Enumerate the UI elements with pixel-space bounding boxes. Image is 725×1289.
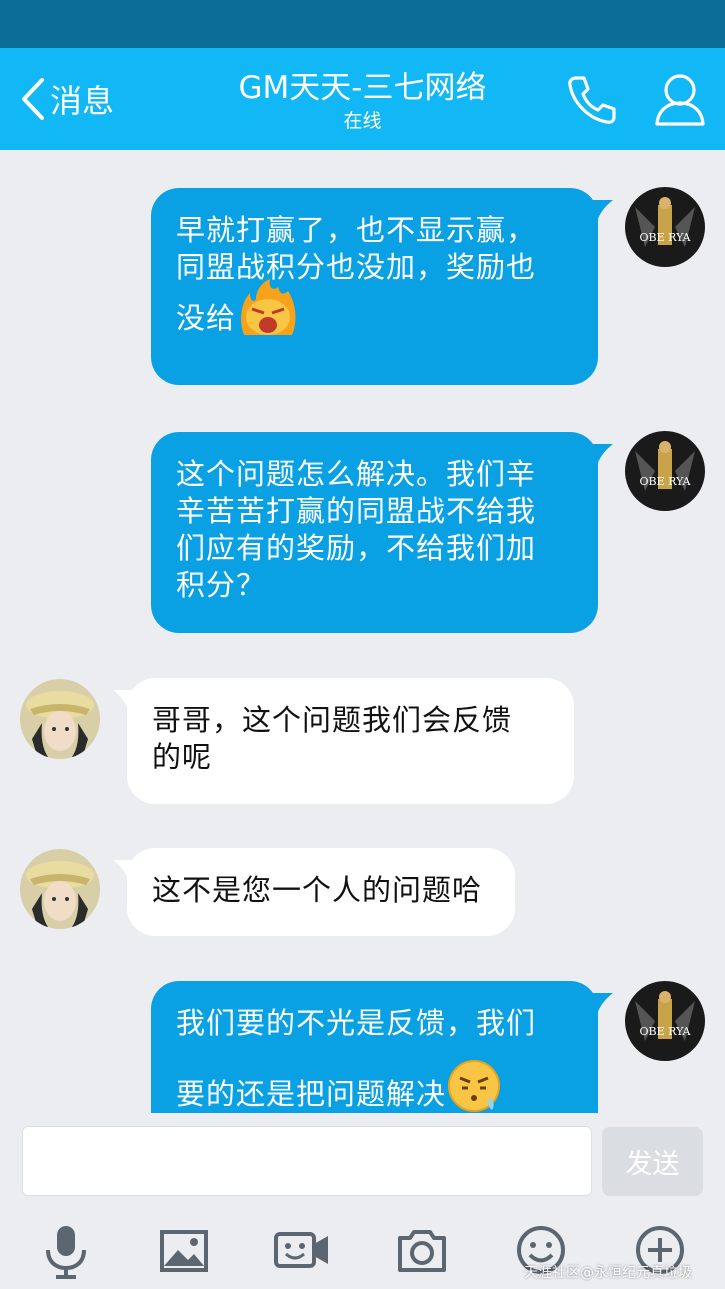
incoming-message-bubble[interactable]: 这不是您一个人的问题哈 [127, 848, 515, 936]
page-title: GM天天-三七网络 [238, 70, 487, 106]
video-call-icon [274, 1232, 328, 1268]
bubble-tail [591, 200, 613, 222]
outgoing-message-bubble[interactable]: 这个问题怎么解决。我们辛 辛苦苦打赢的同盟战不给我 们应有的奖励，不给我们加 积… [151, 432, 598, 633]
watermark: 天涯社区@永恒纪元真垃圾 [524, 1265, 692, 1281]
contact-avatar[interactable] [20, 849, 100, 929]
call-button[interactable] [564, 72, 620, 128]
bubble-tail [113, 860, 135, 882]
svg-text:OBE RYA: OBE RYA [640, 1025, 692, 1038]
outgoing-message-bubble[interactable]: 我们要的不光是反馈，我们 要的还是把问题解决 [151, 981, 598, 1113]
person-icon [655, 74, 705, 126]
incoming-message-bubble[interactable]: 哥哥，这个问题我们会反馈 的呢 [127, 678, 574, 804]
phone-icon [568, 76, 616, 124]
angry-fire-emoji [241, 279, 296, 335]
svg-text:OBE RYA: OBE RYA [640, 475, 692, 488]
chat-header: 消息 GM天天-三七网络 在线 [0, 48, 725, 150]
header-title-block: GM天天-三七网络 在线 [180, 68, 545, 134]
outgoing-message-bubble[interactable]: 早就打赢了，也不显示赢， 同盟战积分也没加，奖励也 没给 [151, 188, 598, 385]
bubble-tail [113, 690, 135, 712]
camera-button[interactable] [392, 1220, 452, 1280]
image-icon [160, 1230, 208, 1272]
online-status: 在线 [343, 110, 382, 132]
bubble-tail [591, 444, 613, 466]
photo-button[interactable] [154, 1220, 214, 1280]
message-input[interactable] [22, 1126, 592, 1196]
camera-icon [398, 1230, 446, 1272]
sweat-face-emoji [448, 1060, 501, 1112]
profile-button[interactable] [652, 70, 708, 128]
self-avatar[interactable]: OBE RYA [625, 981, 705, 1061]
back-button[interactable]: 消息 [18, 76, 114, 122]
bubble-tail [591, 993, 613, 1015]
back-label: 消息 [50, 82, 115, 120]
video-call-button[interactable] [272, 1220, 332, 1280]
chevron-left-icon [22, 78, 44, 120]
send-button[interactable]: 发送 [602, 1127, 703, 1196]
voice-button[interactable] [36, 1220, 96, 1280]
contact-avatar[interactable] [20, 679, 100, 759]
self-avatar[interactable]: OBE RYA [625, 431, 705, 511]
svg-text:OBE RYA: OBE RYA [640, 231, 692, 244]
message-list[interactable]: OBE RYA 早就打赢了，也不显示赢， 同盟战积分也没加，奖励也 没给 OBE… [0, 150, 725, 1113]
microphone-icon [46, 1226, 86, 1279]
self-avatar[interactable]: OBE RYA [625, 187, 705, 267]
status-bar [0, 0, 725, 48]
